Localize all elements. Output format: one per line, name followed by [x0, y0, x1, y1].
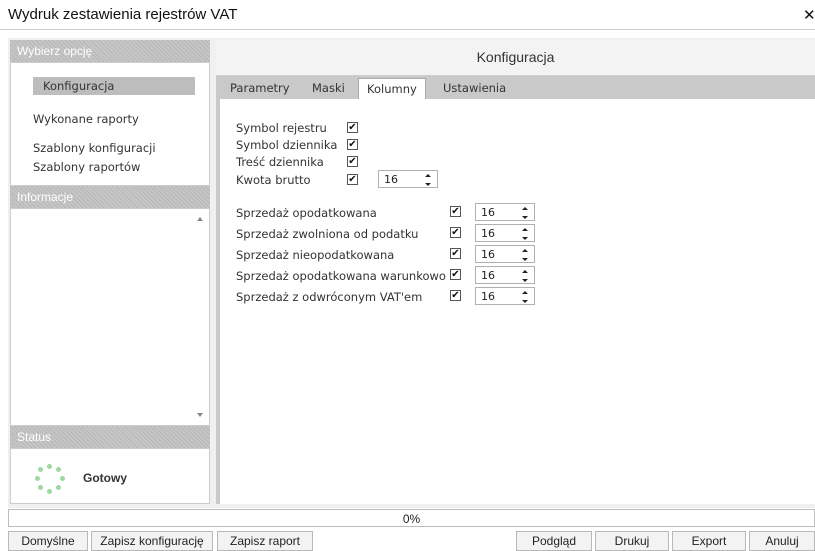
column-checkbox[interactable]: ✔	[347, 156, 358, 167]
defaults-button[interactable]: Domyślne	[8, 531, 88, 551]
width-value: 16	[481, 269, 495, 282]
status-box: Gotowy	[10, 448, 210, 504]
info-header: Informacje	[10, 186, 210, 208]
column-label: Treść dziennika	[236, 155, 324, 169]
spin-arrows-icon[interactable]	[522, 228, 528, 240]
column-checkbox[interactable]: ✔	[450, 227, 461, 238]
save-config-button[interactable]: Zapisz konfigurację	[91, 531, 213, 551]
column-checkbox[interactable]: ✔	[347, 122, 358, 133]
width-stepper[interactable]: 16	[378, 170, 438, 188]
print-button[interactable]: Drukuj	[595, 531, 669, 551]
width-value: 16	[384, 173, 398, 186]
sidebar-item-konfiguracja[interactable]: Konfiguracja	[33, 77, 195, 95]
preview-button[interactable]: Podgląd	[516, 531, 592, 551]
close-icon[interactable]: ✕	[803, 6, 815, 24]
status-header: Status	[10, 426, 210, 448]
tab-ustawienia[interactable]: Ustawienia	[443, 81, 506, 95]
scroll-up-icon[interactable]	[197, 217, 203, 221]
info-scrollbar[interactable]	[195, 217, 207, 417]
spin-arrows-icon[interactable]	[425, 174, 431, 186]
width-stepper[interactable]: 16	[475, 245, 535, 263]
left-panel: Wybierz opcję Konfiguracja Wykonane rapo…	[10, 40, 210, 504]
column-label: Sprzedaż z odwróconym VAT'em	[236, 290, 423, 304]
save-report-button[interactable]: Zapisz raport	[217, 531, 313, 551]
export-button[interactable]: Export	[672, 531, 746, 551]
options-header: Wybierz opcję	[10, 40, 210, 62]
width-value: 16	[481, 227, 495, 240]
progress-label: 0%	[402, 512, 421, 526]
tab-parametry[interactable]: Parametry	[230, 81, 290, 95]
column-label: Sprzedaż opodatkowana	[236, 206, 377, 220]
column-label: Symbol rejestru	[236, 121, 327, 135]
main-panel: Konfiguracja Parametry Maski Kolumny Ust…	[216, 40, 815, 504]
column-checkbox[interactable]: ✔	[450, 206, 461, 217]
window-title: Wydruk zestawienia rejestrów VAT	[8, 6, 238, 23]
info-box	[10, 208, 210, 426]
page-title: Konfiguracja	[476, 49, 555, 65]
spin-arrows-icon[interactable]	[522, 291, 528, 303]
scroll-down-icon[interactable]	[197, 413, 203, 417]
sidebar-item-wykonane-raporty[interactable]: Wykonane raporty	[33, 112, 139, 126]
tab-maski[interactable]: Maski	[312, 81, 345, 95]
status-text: Gotowy	[83, 471, 127, 485]
sidebar-item-szablony-konfiguracji[interactable]: Szablony konfiguracji	[33, 141, 156, 155]
column-checkbox[interactable]: ✔	[450, 248, 461, 259]
columns-settings: Symbol rejestru ✔ Symbol dziennika ✔ Tre…	[220, 99, 815, 504]
width-value: 16	[481, 290, 495, 303]
column-label: Sprzedaż nieopodatkowana	[236, 248, 395, 262]
spin-arrows-icon[interactable]	[522, 249, 528, 261]
column-checkbox[interactable]: ✔	[450, 269, 461, 280]
column-label: Sprzedaż zwolniona od podatku	[236, 227, 419, 241]
width-stepper[interactable]: 16	[475, 224, 535, 242]
width-value: 16	[481, 206, 495, 219]
options-list: Konfiguracja Wykonane raporty Szablony k…	[10, 62, 210, 186]
width-stepper[interactable]: 16	[475, 287, 535, 305]
progress-bar: 0%	[8, 509, 815, 527]
tab-bar: Parametry Maski Kolumny Ustawienia	[216, 77, 815, 100]
width-value: 16	[481, 248, 495, 261]
spin-arrows-icon[interactable]	[522, 207, 528, 219]
sidebar-item-szablony-raportow[interactable]: Szablony raportów	[33, 160, 140, 174]
tab-kolumny[interactable]: Kolumny	[358, 78, 426, 100]
spin-arrows-icon[interactable]	[522, 270, 528, 282]
column-label: Kwota brutto	[236, 173, 311, 187]
width-stepper[interactable]: 16	[475, 266, 535, 284]
title-bar: Wydruk zestawienia rejestrów VAT ✕	[0, 0, 815, 30]
column-checkbox[interactable]: ✔	[347, 174, 358, 185]
width-stepper[interactable]: 16	[475, 203, 535, 221]
column-label: Sprzedaż opodatkowana warunkowo	[236, 269, 446, 283]
column-checkbox[interactable]: ✔	[450, 290, 461, 301]
loading-spinner-icon	[35, 464, 65, 494]
column-checkbox[interactable]: ✔	[347, 139, 358, 150]
main-header: Konfiguracja	[216, 40, 815, 76]
column-label: Symbol dziennika	[236, 138, 338, 152]
cancel-button[interactable]: Anuluj	[749, 531, 815, 551]
